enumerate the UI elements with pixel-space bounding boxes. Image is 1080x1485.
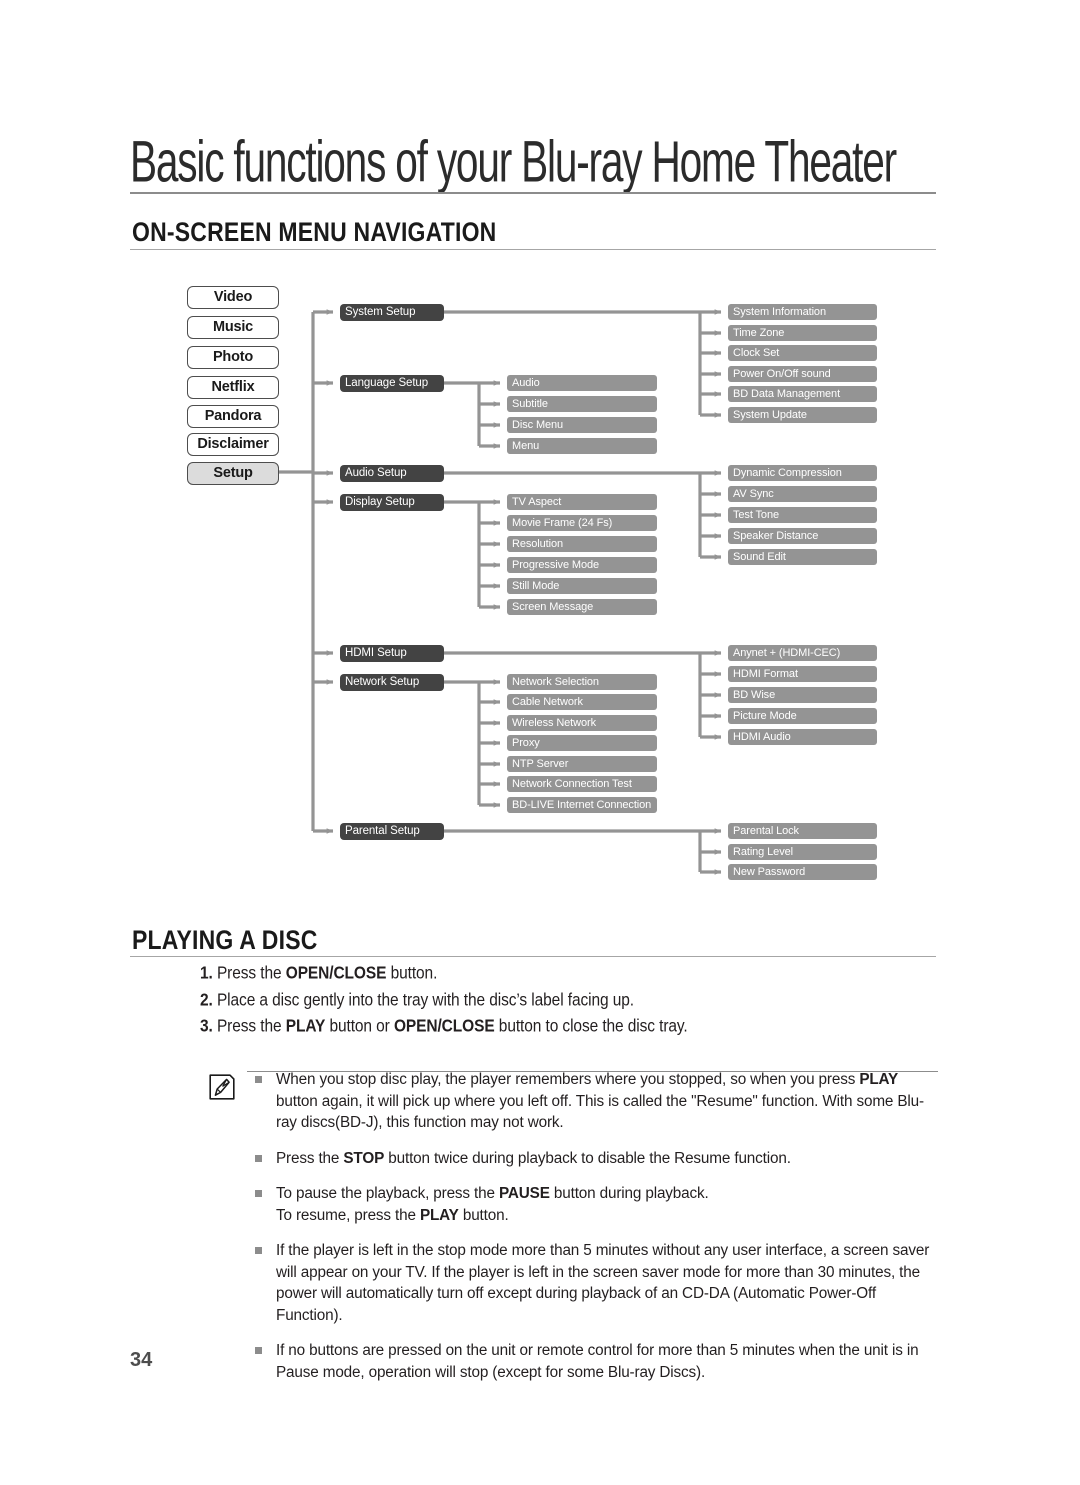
setup-option-tv-aspect[interactable]: TV Aspect <box>507 494 657 510</box>
setup-option-network-selection[interactable]: Network Selection <box>507 674 657 690</box>
note-item: If no buttons are pressed on the unit or… <box>254 1340 938 1383</box>
step-number: 1. <box>200 963 213 983</box>
setup-option-proxy[interactable]: Proxy <box>507 735 657 751</box>
setup-option-cable-network[interactable]: Cable Network <box>507 694 657 710</box>
setup-option-subtitle[interactable]: Subtitle <box>507 396 657 412</box>
setup-option-progressive-mode[interactable]: Progressive Mode <box>507 557 657 573</box>
setup-node-parental-setup[interactable]: Parental Setup <box>340 823 444 840</box>
setup-node-system-setup[interactable]: System Setup <box>340 304 444 321</box>
setup-option-parental-lock[interactable]: Parental Lock <box>728 823 877 839</box>
setup-option-dynamic-compression[interactable]: Dynamic Compression <box>728 465 877 481</box>
setup-option-still-mode[interactable]: Still Mode <box>507 578 657 594</box>
setup-option-ntp-server[interactable]: NTP Server <box>507 756 657 772</box>
playing-disc-step: 3. Press the PLAY button or OPEN/CLOSE b… <box>200 1016 688 1036</box>
setup-option-sound-edit[interactable]: Sound Edit <box>728 549 877 565</box>
setup-option-speaker-distance[interactable]: Speaker Distance <box>728 528 877 544</box>
setup-option-bd-wise[interactable]: BD Wise <box>728 687 877 703</box>
section-divider-onscreen-menu <box>130 249 936 250</box>
setup-node-display-setup[interactable]: Display Setup <box>340 494 444 511</box>
setup-node-network-setup[interactable]: Network Setup <box>340 674 444 691</box>
setup-option-network-connection-test[interactable]: Network Connection Test <box>507 776 657 792</box>
setup-option-hdmi-format[interactable]: HDMI Format <box>728 666 877 682</box>
setup-option-bd-data-management[interactable]: BD Data Management <box>728 386 877 402</box>
section-heading-onscreen-menu: ON-SCREEN MENU NAVIGATION <box>132 217 497 247</box>
setup-option-disc-menu[interactable]: Disc Menu <box>507 417 657 433</box>
setup-option-audio[interactable]: Audio <box>507 375 657 391</box>
page-title: Basic functions of your Blu-ray Home The… <box>130 128 897 195</box>
section-divider-playing-a-disc <box>130 956 936 957</box>
note-item: To pause the playback, press the PAUSE b… <box>254 1183 938 1226</box>
menu-button-music[interactable]: Music <box>187 316 279 339</box>
note-bullet-icon <box>255 1190 262 1197</box>
setup-option-system-update[interactable]: System Update <box>728 407 877 423</box>
setup-option-hdmi-audio[interactable]: HDMI Audio <box>728 729 877 745</box>
note-bullet-icon <box>255 1347 262 1354</box>
setup-option-system-information[interactable]: System Information <box>728 304 877 320</box>
menu-button-pandora[interactable]: Pandora <box>187 405 279 428</box>
playing-disc-steps: 1. Press the OPEN/CLOSE button. 2. Place … <box>200 965 940 1045</box>
setup-option-wireless-network[interactable]: Wireless Network <box>507 715 657 731</box>
setup-option-anynet-hdmi-cec[interactable]: Anynet + (HDMI-CEC) <box>728 645 877 661</box>
section-heading-playing-a-disc: PLAYING A DISC <box>132 925 318 955</box>
setup-option-resolution[interactable]: Resolution <box>507 536 657 552</box>
setup-option-new-password[interactable]: New Password <box>728 864 877 880</box>
setup-option-movie-frame-24-fs[interactable]: Movie Frame (24 Fs) <box>507 515 657 531</box>
setup-option-rating-level[interactable]: Rating Level <box>728 844 877 860</box>
setup-option-picture-mode[interactable]: Picture Mode <box>728 708 877 724</box>
page-number: 34 <box>130 1349 153 1371</box>
setup-option-time-zone[interactable]: Time Zone <box>728 325 877 341</box>
menu-button-setup[interactable]: Setup <box>187 462 279 485</box>
setup-option-av-sync[interactable]: AV Sync <box>728 486 877 502</box>
setup-option-bd-live-internet-connection[interactable]: BD-LIVE Internet Connection <box>507 797 657 813</box>
menu-button-netflix[interactable]: Netflix <box>187 376 279 399</box>
menu-button-video[interactable]: Video <box>187 286 279 309</box>
setup-option-screen-message[interactable]: Screen Message <box>507 599 657 615</box>
setup-node-hdmi-setup[interactable]: HDMI Setup <box>340 645 444 662</box>
setup-option-menu[interactable]: Menu <box>507 438 657 454</box>
note-bullet-icon <box>255 1076 262 1083</box>
note-bullet-icon <box>255 1247 262 1254</box>
step-number: 2. <box>200 990 213 1010</box>
note-item: If the player is left in the stop mode m… <box>254 1240 938 1326</box>
step-number: 3. <box>200 1016 213 1036</box>
note-pencil-icon <box>209 1074 235 1100</box>
setup-option-test-tone[interactable]: Test Tone <box>728 507 877 523</box>
note-item: When you stop disc play, the player reme… <box>254 1069 938 1134</box>
playing-disc-step: 2. Place a disc gently into the tray wit… <box>200 990 634 1010</box>
note-bullet-icon <box>255 1154 262 1162</box>
setup-node-language-setup[interactable]: Language Setup <box>340 375 444 392</box>
note-list: When you stop disc play, the player reme… <box>254 1069 938 1397</box>
menu-button-disclaimer[interactable]: Disclaimer <box>187 433 279 456</box>
note-item: Press the STOP button twice during playb… <box>254 1148 938 1170</box>
menu-button-photo[interactable]: Photo <box>187 346 279 369</box>
title-divider <box>130 192 936 194</box>
setup-option-clock-set[interactable]: Clock Set <box>728 345 877 361</box>
setup-option-power-on-off-sound[interactable]: Power On/Off sound <box>728 366 877 382</box>
setup-node-audio-setup[interactable]: Audio Setup <box>340 465 444 482</box>
playing-disc-step: 1. Press the OPEN/CLOSE button. <box>200 963 438 983</box>
